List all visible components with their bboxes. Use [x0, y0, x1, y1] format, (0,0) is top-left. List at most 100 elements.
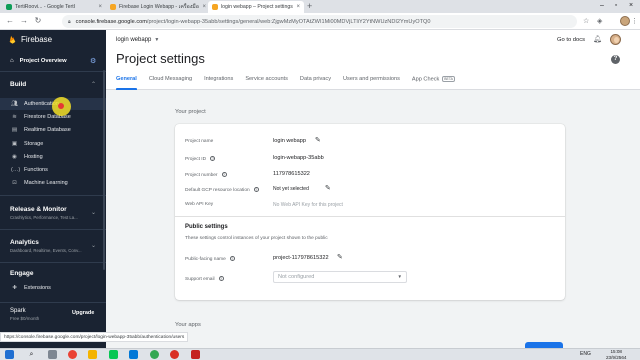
section-analytics[interactable]: Analytics	[10, 239, 39, 246]
clock-date: 23/9/2564	[606, 354, 627, 360]
back-icon[interactable]: ←	[5, 16, 15, 26]
os-taskbar: ⌕ ENG 15:08 23/9/2564	[0, 348, 640, 360]
forward-icon[interactable]: →	[19, 16, 29, 26]
help-circle-icon[interactable]: ?	[218, 276, 224, 281]
chevron-down-icon[interactable]: ⌄	[91, 209, 96, 216]
windows-start-icon[interactable]	[5, 350, 14, 359]
language-indicator[interactable]: ENG	[580, 351, 591, 358]
edit-pencil-icon[interactable]: ✎	[315, 136, 321, 144]
window-close-icon[interactable]: ×	[626, 1, 636, 11]
cursor-pointer	[58, 103, 64, 109]
help-icon[interactable]: ?	[611, 55, 620, 64]
plan-panel: Spark Free $0/month Upgrade	[0, 302, 106, 332]
minimize-icon[interactable]: –	[597, 1, 607, 11]
go-to-docs-link[interactable]: Go to docs	[557, 37, 585, 43]
sidebar-item-machine-learning[interactable]: ⊡ Machine Learning	[0, 177, 106, 189]
browser-toolbar: ← → ↻ 🔒︎ console.firebase.google.com/pro…	[0, 13, 640, 30]
taskbar-clock[interactable]: 15:08 23/9/2564	[606, 349, 626, 360]
firebase-brand[interactable]: Firebase	[9, 35, 52, 44]
help-circle-icon[interactable]: ?	[253, 187, 259, 192]
notifications-bell-icon[interactable]: 🔔︎	[593, 35, 602, 43]
upgrade-button[interactable]: Upgrade	[72, 310, 94, 316]
project-number-value: 117978615322	[273, 171, 310, 177]
tab-app-check[interactable]: App Check BETA	[412, 74, 455, 90]
close-icon[interactable]: ×	[98, 4, 102, 10]
close-icon[interactable]: ×	[296, 4, 300, 10]
star-icon[interactable]: ☆	[583, 17, 589, 26]
section-engage[interactable]: Engage	[10, 270, 33, 277]
section-build[interactable]: Build	[10, 81, 26, 88]
vscode-icon[interactable]	[129, 350, 138, 359]
sidebar-item-label: Storage	[24, 141, 44, 147]
chrome-icon[interactable]	[68, 350, 77, 359]
browser-menu-icon[interactable]: ⋮	[631, 17, 638, 26]
sidebar-item-label: Functions	[24, 167, 48, 173]
support-email-value: Not configured	[278, 274, 315, 280]
brand-label: Firebase	[21, 35, 53, 44]
extensions-puzzle-icon[interactable]: ◈	[597, 17, 602, 26]
sidebar-item-storage[interactable]: ▣ Storage	[0, 138, 106, 150]
extensions-icon: ✚	[12, 285, 17, 291]
section-release-monitor[interactable]: Release & Monitor	[10, 206, 67, 213]
browser-tab-2[interactable]: Firebase Login Webapp - เครื่องมือ ×	[106, 1, 210, 13]
tab-data-privacy[interactable]: Data privacy	[300, 74, 331, 90]
edit-pencil-icon[interactable]: ✎	[337, 253, 343, 261]
file-explorer-icon[interactable]	[88, 350, 97, 359]
new-tab-icon[interactable]: +	[307, 1, 312, 12]
firebase-icon	[212, 4, 218, 10]
browser-tab-3-active[interactable]: login webapp – Project settings ×	[208, 1, 304, 13]
browser-tab-title: login webapp – Project settings	[221, 4, 293, 10]
maximize-icon[interactable]: ▫	[611, 1, 621, 11]
task-view-icon[interactable]	[48, 350, 57, 359]
sidebar-item-firestore[interactable]: ≋ Firestore Database	[0, 111, 106, 123]
chevron-down-icon[interactable]: ⌄	[91, 242, 96, 249]
close-icon[interactable]: ×	[202, 4, 206, 10]
help-circle-icon[interactable]: ?	[221, 172, 227, 177]
help-circle-icon[interactable]: ?	[210, 156, 216, 161]
gear-icon[interactable]: ⚙	[90, 57, 96, 65]
divider	[0, 195, 106, 196]
project-picker[interactable]: login webapp ▼	[116, 37, 159, 43]
support-email-select[interactable]: Not configured ▼	[273, 271, 407, 283]
sidebar-item-extensions[interactable]: ✚ Extensions	[0, 282, 106, 294]
web-api-key-value: No Web API Key for this project	[273, 202, 343, 208]
sidebar-item-functions[interactable]: (…) Functions	[0, 164, 106, 176]
reload-icon[interactable]: ↻	[33, 16, 43, 26]
project-id-label: Project ID?	[185, 156, 216, 162]
sidebar-item-label: Project Overview	[19, 58, 67, 64]
your-apps-heading: Your apps	[175, 322, 201, 328]
app-icon[interactable]	[191, 350, 200, 359]
search-icon[interactable]: ⌕	[27, 350, 36, 359]
sidebar-item-realtime-database[interactable]: ▤ Realtime Database	[0, 124, 106, 136]
edit-pencil-icon[interactable]: ✎	[325, 184, 331, 192]
browser-tab-1[interactable]: TertiRoovi... - Google TertI ×	[2, 1, 106, 13]
tab-service-accounts[interactable]: Service accounts	[245, 74, 288, 90]
chrome-profile-icon[interactable]	[150, 350, 159, 359]
help-circle-icon[interactable]: ?	[229, 256, 235, 261]
hosting-icon: ◉	[12, 154, 17, 160]
plan-name: Spark	[10, 308, 26, 314]
firebase-logo-icon	[9, 35, 16, 44]
public-name-value: project-117978615322	[273, 255, 329, 261]
sidebar-item-label: Hosting	[24, 154, 43, 160]
public-name-label: Public-facing name?	[185, 256, 235, 262]
firestore-icon: ≋	[12, 114, 17, 120]
sidebar: Firebase ⌂ Project Overview ⚙ Build ⌃ 👥︎…	[0, 30, 106, 348]
tab-general[interactable]: General	[116, 74, 137, 90]
lock-icon: 🔒︎	[68, 18, 71, 25]
sidebar-scrollbar[interactable]	[103, 70, 105, 270]
tab-users-permissions[interactable]: Users and permissions	[343, 74, 400, 90]
browser-profile-avatar[interactable]	[620, 16, 630, 26]
web-api-key-label: Web API Key	[185, 202, 214, 207]
address-bar[interactable]: 🔒︎ console.firebase.google.com/project/l…	[62, 15, 577, 28]
sidebar-item-hosting[interactable]: ◉ Hosting	[0, 151, 106, 163]
line-app-icon[interactable]	[109, 350, 118, 359]
sidebar-item-project-overview[interactable]: ⌂ Project Overview ⚙	[0, 54, 106, 68]
tab-cloud-messaging[interactable]: Cloud Messaging	[149, 74, 192, 90]
chevron-up-icon[interactable]: ⌃	[91, 81, 96, 88]
avatar[interactable]	[610, 34, 621, 45]
gdocs-icon	[6, 4, 12, 10]
chrome-alt-icon[interactable]	[170, 350, 179, 359]
public-settings-description: These settings control instances of your…	[185, 236, 328, 241]
tab-integrations[interactable]: Integrations	[204, 74, 233, 90]
